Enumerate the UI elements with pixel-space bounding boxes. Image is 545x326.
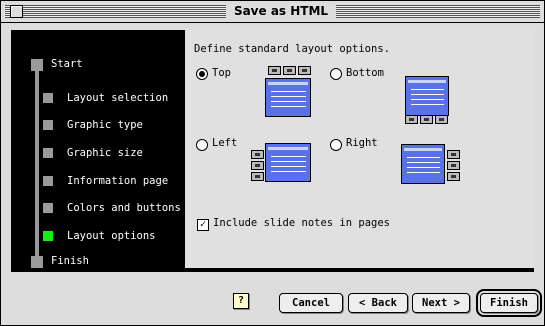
div xyxy=(271,156,306,157)
nav-buttons-left xyxy=(251,150,264,181)
radio-bottom-label: Bottom xyxy=(346,67,384,79)
close-box[interactable] xyxy=(10,5,23,18)
nav-button-icon xyxy=(251,150,264,159)
nav-button-icon xyxy=(447,161,460,170)
step-label: Layout options xyxy=(67,230,156,242)
step-label: Graphic type xyxy=(67,119,143,131)
div xyxy=(268,147,308,150)
nav-button-icon xyxy=(447,172,460,181)
start-marker xyxy=(31,59,43,71)
div xyxy=(271,161,306,162)
wizard-steps-sidebar: Start Layout selection Graphic type Grap… xyxy=(11,30,182,272)
div xyxy=(271,101,306,102)
nav-button-icon xyxy=(251,161,264,170)
step-label: Graphic size xyxy=(67,147,143,159)
window-title: Save as HTML xyxy=(226,3,336,20)
cancel-button[interactable]: Cancel xyxy=(279,293,343,313)
radio-bottom[interactable] xyxy=(330,68,342,80)
layout-options-panel: Define standard layout options. Top Bott… xyxy=(185,30,534,268)
preview-left-layout xyxy=(265,143,311,182)
wizard-frame: Start Layout selection Graphic type Grap… xyxy=(11,30,534,272)
include-notes-label: Include slide notes in pages xyxy=(213,217,391,229)
preview-right-layout xyxy=(401,144,445,184)
nav-button-icon xyxy=(405,115,418,124)
nav-button-icon xyxy=(251,172,264,181)
step-marker xyxy=(43,93,53,103)
div xyxy=(408,80,446,83)
finish-button[interactable]: Finish xyxy=(476,289,542,317)
div xyxy=(271,166,306,167)
radio-left-label: Left xyxy=(212,137,238,149)
step-start-label: Start xyxy=(51,58,83,70)
step-label: Colors and buttons xyxy=(67,202,181,214)
nav-buttons-right xyxy=(447,150,460,181)
help-button[interactable]: ? xyxy=(233,293,249,309)
div xyxy=(411,89,444,90)
steps-track xyxy=(35,64,39,260)
step-label: Layout selection xyxy=(67,92,169,104)
include-notes-checkbox[interactable]: ✓ xyxy=(197,219,209,231)
nav-button-icon xyxy=(420,115,433,124)
step-marker xyxy=(43,120,53,130)
radio-right-label: Right xyxy=(346,137,378,149)
div xyxy=(404,148,442,151)
radio-right[interactable] xyxy=(330,139,342,151)
step-marker xyxy=(43,203,53,213)
div xyxy=(407,172,440,173)
div xyxy=(411,94,444,95)
nav-button-icon xyxy=(435,115,448,124)
div xyxy=(407,157,440,158)
title-bar[interactable]: Save as HTML xyxy=(1,1,544,23)
nav-buttons-top xyxy=(268,66,311,75)
nav-button-icon xyxy=(268,66,281,75)
finish-marker xyxy=(31,256,43,268)
nav-button-icon xyxy=(298,66,311,75)
div xyxy=(271,106,306,107)
nav-button-icon xyxy=(447,150,460,159)
div xyxy=(271,96,306,97)
div xyxy=(407,162,440,163)
panel-heading: Define standard layout options. xyxy=(194,43,390,55)
step-label: Information page xyxy=(67,175,169,187)
radio-top-label: Top xyxy=(212,67,231,79)
preview-bottom-layout xyxy=(405,76,449,116)
div xyxy=(407,167,440,168)
step-marker xyxy=(43,148,53,158)
step-marker xyxy=(43,176,53,186)
back-button[interactable]: < Back xyxy=(348,293,408,313)
nav-button-icon xyxy=(283,66,296,75)
step-finish-label: Finish xyxy=(51,255,89,267)
div xyxy=(271,171,306,172)
next-button[interactable]: Next > xyxy=(412,293,470,313)
radio-selected-dot xyxy=(199,71,205,77)
radio-top[interactable] xyxy=(196,68,208,80)
save-as-html-dialog: Save as HTML Start Layout selection Grap… xyxy=(0,0,545,326)
nav-buttons-bottom xyxy=(405,115,448,124)
div xyxy=(411,104,444,105)
div xyxy=(271,91,306,92)
radio-left[interactable] xyxy=(196,139,208,151)
preview-top-layout xyxy=(265,78,311,117)
step-marker-active xyxy=(43,231,53,241)
div xyxy=(268,82,308,85)
div xyxy=(411,99,444,100)
